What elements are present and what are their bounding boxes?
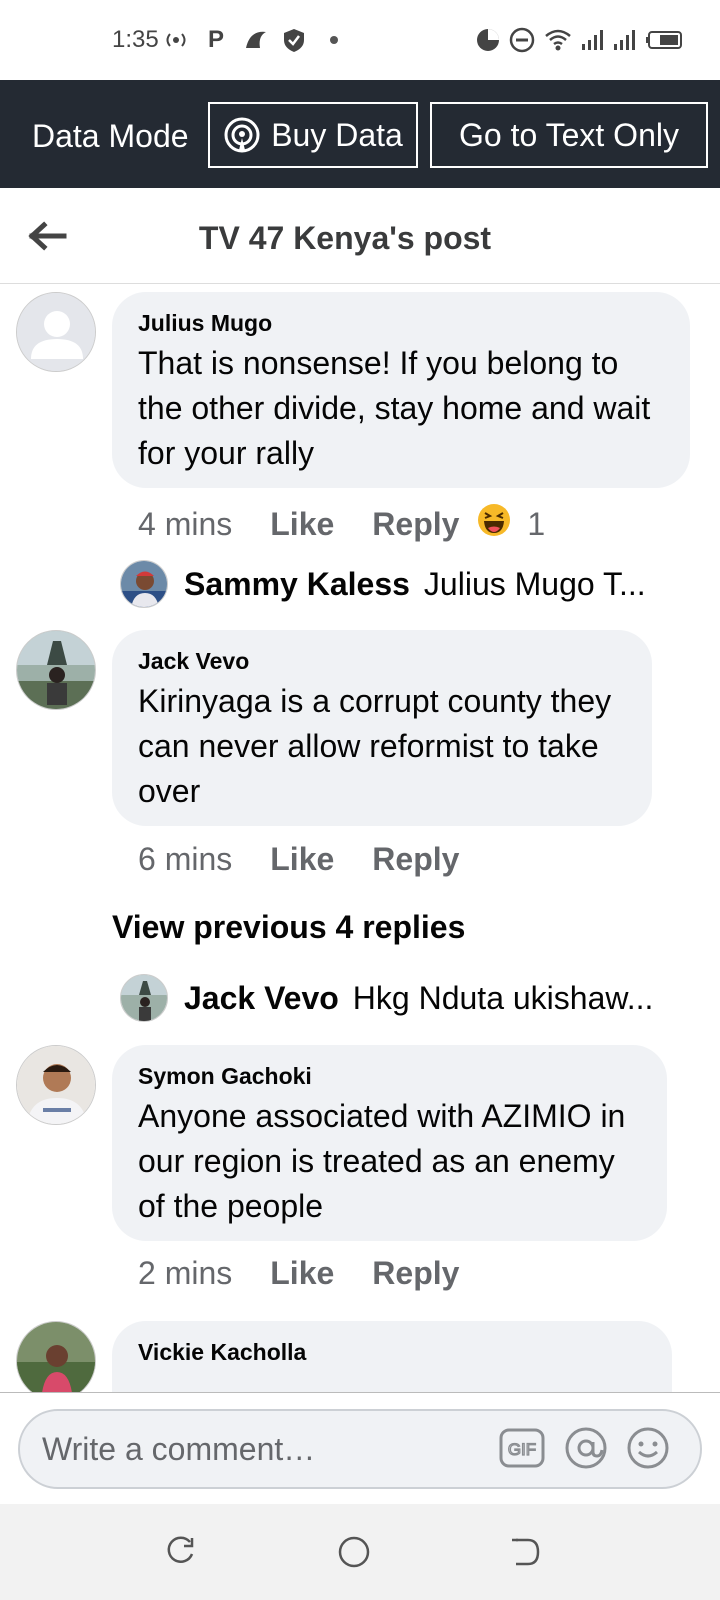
comment-bubble[interactable]: Julius Mugo That is nonsense! If you bel… (112, 292, 690, 488)
data-mode-banner: Data Mode Buy Data Go to Text Only (0, 80, 720, 188)
page-title: TV 47 Kenya's post (198, 220, 492, 256)
comment-text: Anyone associated with AZIMIO in our reg… (138, 1098, 626, 1224)
comment-author[interactable]: Symon Gachoki (138, 1063, 641, 1090)
buy-data-button[interactable]: Buy Data (208, 102, 418, 168)
comment-meta: 2 mins Like Reply (138, 1255, 497, 1292)
comment-time: 6 mins (138, 841, 233, 877)
broadcast-icon (223, 116, 261, 154)
like-button[interactable]: Like (270, 841, 334, 878)
avatar[interactable] (16, 292, 96, 372)
reply-button[interactable]: Reply (372, 841, 459, 878)
status-bar: 1:35 P (0, 0, 720, 80)
view-previous-replies-link[interactable]: View previous 4 replies (112, 909, 465, 946)
parking-icon: P (207, 26, 224, 53)
comment-meta: 6 mins Like Reply (138, 841, 497, 878)
comment-bubble[interactable]: Vickie Kacholla (112, 1321, 672, 1392)
reply-author: Sammy Kaless (184, 565, 410, 602)
back-icon[interactable] (506, 1532, 546, 1572)
shield-icon (280, 26, 308, 54)
mention-icon[interactable] (562, 1424, 610, 1472)
avatar[interactable] (16, 1045, 96, 1125)
shark-icon (242, 26, 270, 54)
radio-icon (162, 26, 190, 54)
like-button[interactable]: Like (270, 1255, 334, 1292)
comment-meta: 4 mins Like Reply 1 (138, 503, 545, 545)
reply-button[interactable]: Reply (372, 1255, 459, 1292)
reply-button[interactable]: Reply (372, 506, 459, 543)
comment-bubble[interactable]: Jack Vevo Kirinyaga is a corrupt county … (112, 630, 652, 826)
gif-icon[interactable]: GIF (498, 1424, 546, 1472)
system-nav-bar (0, 1504, 720, 1600)
post-header: TV 47 Kenya's post (0, 188, 720, 284)
comment-time: 2 mins (138, 1255, 233, 1291)
gif-label: GIF (508, 1440, 536, 1459)
comments-feed[interactable]: Julius Mugo That is nonsense! If you bel… (0, 285, 720, 1392)
wifi-icon (544, 26, 572, 54)
data-saver-icon (474, 26, 502, 54)
battery-icon (646, 26, 686, 54)
data-mode-label: Data Mode (32, 118, 189, 154)
avatar[interactable] (16, 630, 96, 710)
comment-author[interactable]: Julius Mugo (138, 310, 664, 337)
reply-preview[interactable]: Sammy Kaless Julius Mugo T... (120, 560, 646, 608)
dot-icon (320, 26, 348, 54)
avatar (120, 560, 168, 608)
avatar[interactable] (16, 1321, 96, 1392)
recents-icon[interactable] (160, 1532, 200, 1572)
reply-text: Hkg Nduta ukishaw... (352, 979, 654, 1016)
status-time: 1:35 (112, 26, 159, 53)
comment-composer: GIF (0, 1392, 720, 1504)
buy-data-label: Buy Data (271, 116, 403, 153)
reply-text: Julius Mugo T... (423, 565, 646, 602)
comment-author[interactable]: Jack Vevo (138, 648, 626, 675)
signal-icon (578, 26, 606, 54)
go-to-text-only-button[interactable]: Go to Text Only (430, 102, 708, 168)
reply-author: Jack Vevo (184, 979, 339, 1016)
avatar (120, 974, 168, 1022)
signal-icon-2 (610, 26, 638, 54)
emoji-icon[interactable] (624, 1424, 672, 1472)
text-only-label: Go to Text Only (459, 116, 679, 153)
reply-preview[interactable]: Jack Vevo Hkg Nduta ukishaw... (120, 974, 653, 1022)
comment-text: Kirinyaga is a corrupt county they can n… (138, 683, 612, 809)
haha-icon (477, 503, 511, 545)
comment-bubble[interactable]: Symon Gachoki Anyone associated with AZI… (112, 1045, 667, 1241)
home-icon[interactable] (334, 1532, 374, 1572)
reaction-count: 1 (527, 505, 546, 542)
comment-author[interactable]: Vickie Kacholla (138, 1339, 646, 1366)
comment-text: That is nonsense! If you belong to the o… (138, 345, 651, 471)
comment-time: 4 mins (138, 505, 233, 542)
like-button[interactable]: Like (270, 506, 334, 543)
reaction-summary[interactable]: 1 (477, 503, 545, 545)
dnd-icon (508, 26, 536, 54)
